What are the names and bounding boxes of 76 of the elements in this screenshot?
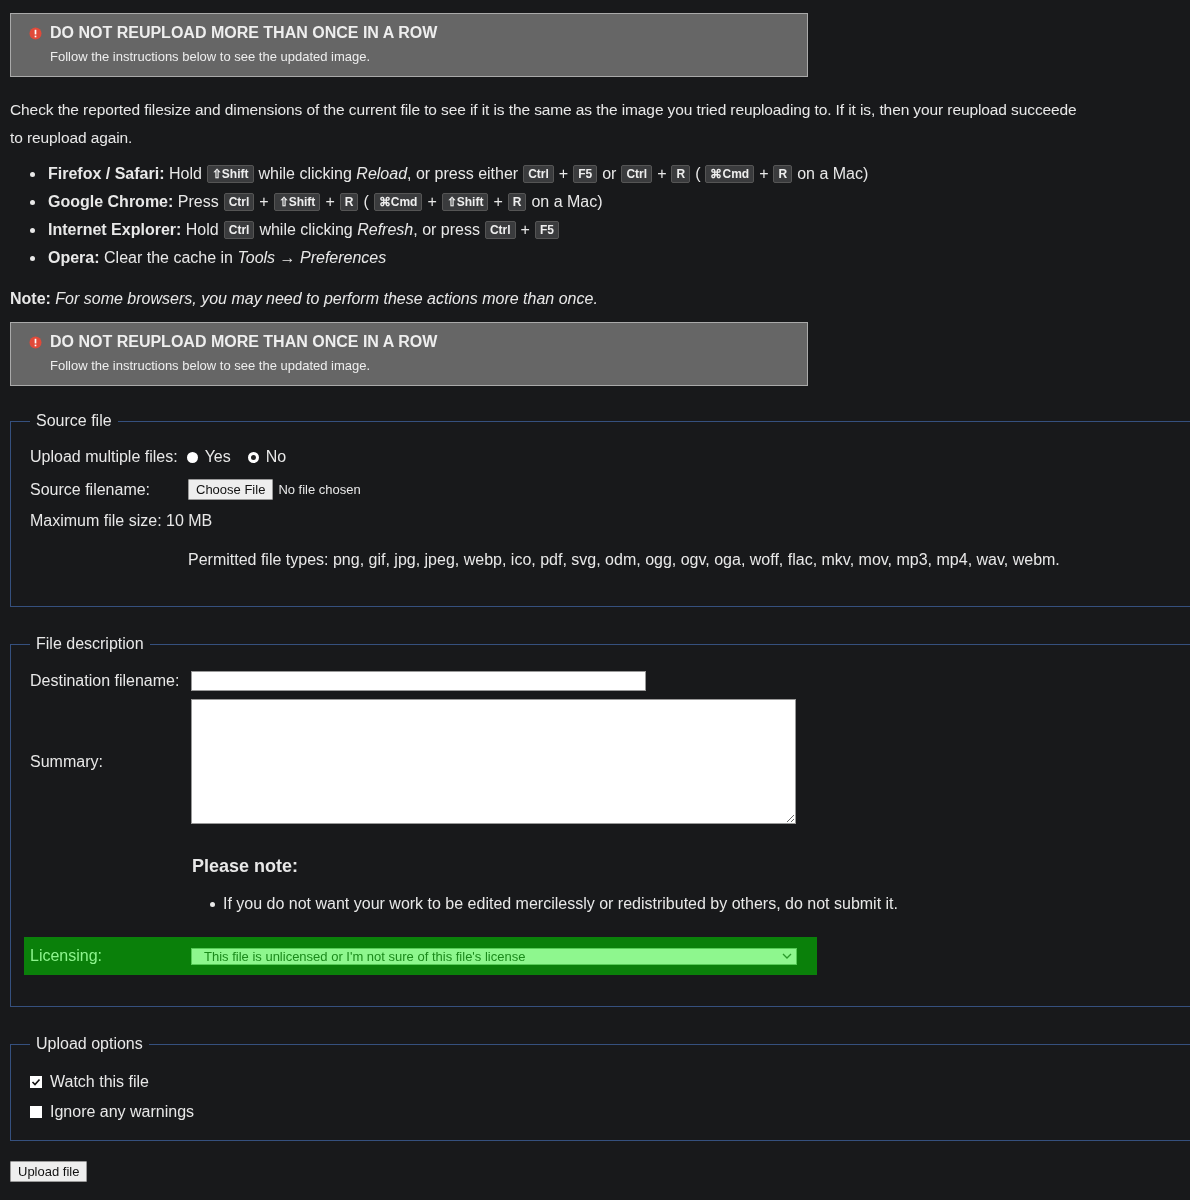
radio-label[interactable]: No [265, 448, 287, 466]
field-label: Summary: [30, 752, 104, 771]
bullet-icon [210, 901, 215, 907]
keyboard-key: F5 [534, 221, 559, 239]
warning-title: DO NOT REUPLOAD MORE THAN ONCE IN A ROW [50, 333, 438, 351]
instruction-text: + [427, 193, 437, 211]
instruction-text: + [325, 193, 335, 211]
keyboard-key: R [773, 165, 793, 183]
checkbox-label[interactable]: Ignore any warnings [50, 1103, 195, 1121]
choose-file-button[interactable]: Choose File [188, 479, 274, 500]
bullet-icon [30, 171, 35, 177]
intro-text: Check the reported filesize and dimensions of the current file to see if it is the same as the image you tried reuploading to. If it is, then your reupload succeede [10, 100, 1078, 120]
field-label: Source filename: [30, 480, 152, 499]
instruction-text: + [520, 221, 530, 239]
upload-file-button[interactable]: Upload file [10, 1161, 88, 1182]
checkbox[interactable] [30, 1076, 42, 1088]
licensing-dropdown[interactable]: This file is unlicensed or I'm not sure of this file's license [191, 947, 797, 965]
instruction-text: while clicking Reload, or press either [258, 165, 519, 183]
keyboard-key: R [507, 193, 527, 211]
instruction-text: Google Chrome: Press [48, 193, 219, 211]
instruction-text: while clicking Refresh, or press [259, 221, 480, 239]
instruction-text: ( [363, 193, 369, 211]
panel-legend: File description [30, 635, 150, 653]
instruction-text: + [657, 165, 667, 183]
keyboard-key: Ctrl [223, 193, 255, 211]
keyboard-key: R [339, 193, 359, 211]
summary-field[interactable] [191, 699, 796, 824]
warning-title: DO NOT REUPLOAD MORE THAN ONCE IN A ROW [50, 24, 438, 42]
keyboard-key: Ctrl [523, 165, 554, 183]
warning-icon [29, 335, 42, 349]
instruction-text: + [558, 165, 569, 183]
checkbox-label[interactable]: Watch this file [50, 1073, 149, 1091]
radio-label[interactable]: Yes [204, 448, 231, 466]
instruction-text: Internet Explorer: Hold [48, 221, 219, 239]
destination-filename-field[interactable] [191, 671, 646, 691]
radio-button[interactable] [247, 451, 259, 463]
field-label: Destination filename: [30, 672, 181, 690]
warning-icon [29, 26, 42, 40]
keyboard-key: ⌘Cmd [705, 165, 755, 183]
keyboard-key: Ctrl [484, 221, 516, 239]
keyboard-key: R [671, 165, 691, 183]
instruction-text: + [259, 193, 269, 211]
note-heading: Please note: [192, 856, 300, 877]
chevron-down-icon [782, 953, 792, 959]
warning-text: Follow the instructions below to see the updated image. [50, 358, 372, 373]
note-item-text: If you do not want your work to be edited mercilessly or redistributed by others, do not submit it. [223, 895, 898, 913]
panel-legend: Upload options [30, 1035, 149, 1053]
intro-text: to reupload again. [10, 128, 134, 148]
instruction-text: on a Mac) [797, 165, 869, 183]
permitted-types-text: Permitted file types: png, gif, jpg, jpeg, webp, ico, pdf, svg, odm, ogg, ogv, oga, woff, flac, mkv, mov, mp3, mp4, wav, webm. [188, 551, 1060, 569]
radio-button[interactable] [186, 451, 198, 463]
instruction-text: ( [695, 165, 701, 183]
instruction-text: Firefox / Safari: Hold [48, 165, 202, 183]
keyboard-key: ⇧Shift [206, 165, 254, 183]
keyboard-key: ⌘Cmd [373, 193, 423, 211]
keyboard-key: ⇧Shift [441, 193, 489, 211]
bullet-icon [30, 227, 35, 233]
keyboard-key: F5 [573, 165, 598, 183]
instruction-text: on a Mac) [531, 193, 603, 211]
keyboard-key: Ctrl [621, 165, 653, 183]
bullet-icon [30, 199, 35, 205]
note-text: Note: For some browsers, you may need to perform these actions more than once. [10, 290, 599, 308]
file-status-text: No file chosen [278, 482, 361, 497]
warning-text: Follow the instructions below to see the updated image. [50, 49, 372, 64]
bullet-icon [30, 255, 35, 261]
instruction-text: Opera: Clear the cache in Tools → Preferences [48, 249, 387, 267]
keyboard-key: ⇧Shift [273, 193, 321, 211]
max-size-text: Maximum file size: 10 MB [30, 512, 213, 530]
field-label: Licensing: [30, 947, 104, 965]
keyboard-key: Ctrl [223, 221, 255, 239]
instruction-text: + [759, 165, 769, 183]
checkbox[interactable] [30, 1106, 42, 1118]
panel-legend: Source file [30, 412, 118, 430]
instruction-text: or [602, 165, 617, 183]
instruction-text: + [493, 193, 503, 211]
field-label: Upload multiple files: [30, 448, 178, 466]
